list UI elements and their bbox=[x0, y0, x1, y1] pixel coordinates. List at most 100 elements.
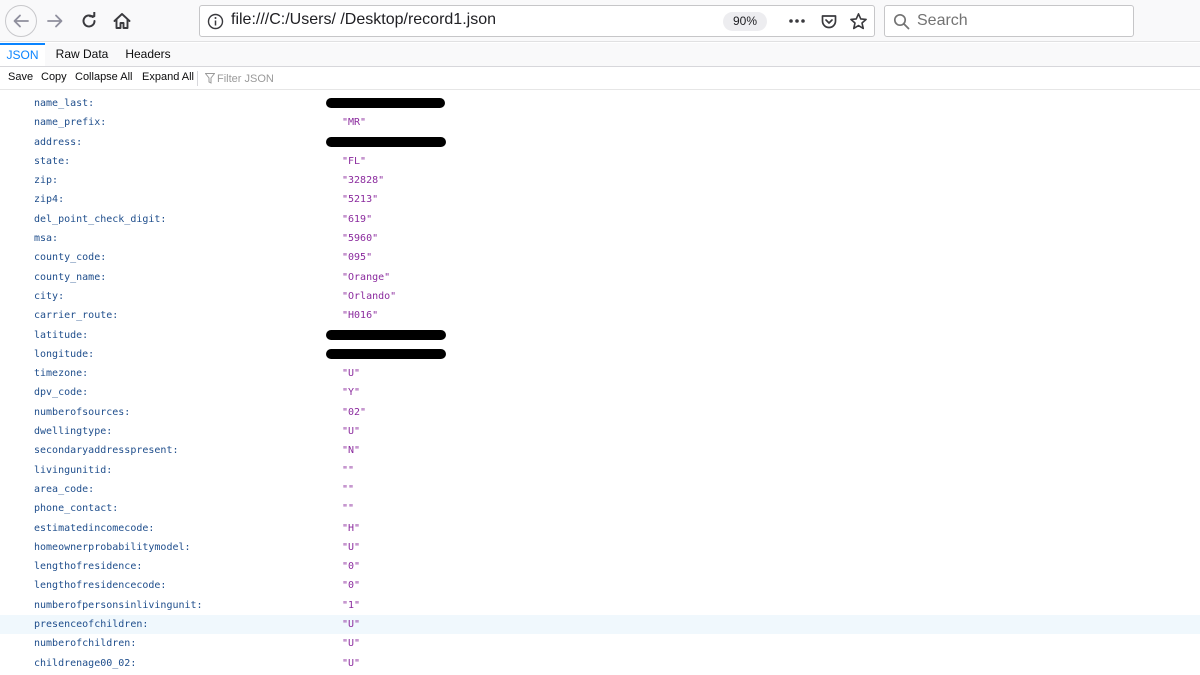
json-key: name_last: bbox=[34, 98, 95, 109]
json-value: "Orange" bbox=[342, 271, 391, 283]
json-row[interactable]: county_name: "Orange" bbox=[0, 268, 1200, 287]
pocket-icon[interactable] bbox=[820, 13, 838, 31]
json-key: timezone: bbox=[34, 368, 89, 380]
json-row[interactable]: carrier_route: "H016" bbox=[0, 306, 1200, 325]
forward-button[interactable] bbox=[39, 5, 71, 37]
search-bar[interactable] bbox=[884, 5, 1134, 37]
json-key: numberofsources: bbox=[34, 406, 131, 418]
redaction-bar bbox=[326, 348, 446, 359]
redaction-bar bbox=[326, 136, 446, 147]
back-button[interactable] bbox=[5, 5, 37, 37]
json-value: "" bbox=[342, 483, 355, 495]
redaction-bar bbox=[326, 329, 446, 340]
toolbar-divider bbox=[197, 71, 198, 86]
filter-json-input[interactable] bbox=[217, 70, 417, 87]
json-row[interactable]: lengthofresidencecode: "0" bbox=[0, 576, 1200, 595]
json-row[interactable]: numberofpersonsinlivingunit: "1" bbox=[0, 596, 1200, 615]
home-button[interactable] bbox=[106, 5, 138, 37]
json-key: state: bbox=[34, 155, 71, 167]
json-key: county_name: bbox=[34, 271, 107, 283]
json-key: del_point_check_digit: bbox=[34, 213, 167, 225]
json-row[interactable]: latitude: bbox=[0, 326, 1200, 345]
json-row[interactable]: homeownerprobabilitymodel: "U" bbox=[0, 538, 1200, 557]
json-key: lengthofresidence: bbox=[34, 561, 143, 573]
copy-button[interactable]: Copy bbox=[41, 71, 67, 83]
json-value: "U" bbox=[342, 638, 361, 650]
json-row[interactable]: dpv_code: "Y" bbox=[0, 383, 1200, 402]
json-key: estimatedincomecode: bbox=[34, 522, 155, 534]
tab-raw-data[interactable]: Raw Data bbox=[53, 43, 111, 66]
json-key: phone_contact: bbox=[34, 503, 119, 515]
json-value: "MR" bbox=[342, 117, 367, 129]
json-row[interactable]: name_prefix: "MR" bbox=[0, 113, 1200, 132]
collapse-all-button[interactable]: Collapse All bbox=[75, 71, 132, 83]
json-value: "0" bbox=[342, 561, 361, 573]
filter-icon bbox=[205, 73, 215, 84]
zoom-level-badge[interactable]: 90% bbox=[723, 12, 767, 31]
json-row[interactable]: dwellingtype: "U" bbox=[0, 422, 1200, 441]
save-button[interactable]: Save bbox=[8, 71, 33, 83]
tab-json[interactable]: JSON bbox=[0, 43, 45, 66]
json-row[interactable]: presenceofchildren: "U" bbox=[0, 615, 1200, 635]
json-value: "N" bbox=[342, 445, 361, 457]
url-bar[interactable]: file:///C:/Users/ /Desktop/record1.json … bbox=[199, 5, 875, 37]
json-key: address: bbox=[34, 136, 83, 148]
json-row[interactable]: address: bbox=[0, 133, 1200, 152]
json-value: "095" bbox=[342, 252, 373, 264]
json-key: zip: bbox=[34, 175, 59, 187]
json-value: "U" bbox=[342, 541, 361, 553]
json-row[interactable]: longitude: bbox=[0, 345, 1200, 364]
json-row[interactable]: childrenage00_02: "U" bbox=[0, 654, 1200, 673]
json-row[interactable]: secondaryaddresspresent: "N" bbox=[0, 441, 1200, 460]
json-row[interactable]: name_last: bbox=[0, 94, 1200, 113]
json-key: county_code: bbox=[34, 252, 107, 264]
json-value: "U" bbox=[342, 368, 361, 380]
json-key: dwellingtype: bbox=[34, 426, 113, 438]
site-info-icon[interactable] bbox=[207, 13, 224, 30]
json-row[interactable]: estimatedincomecode: "H" bbox=[0, 519, 1200, 538]
json-key: homeownerprobabilitymodel: bbox=[34, 541, 191, 553]
tab-headers[interactable]: Headers bbox=[120, 43, 176, 66]
json-key: zip4: bbox=[34, 194, 65, 206]
json-key: presenceofchildren: bbox=[34, 619, 149, 631]
json-row[interactable]: del_point_check_digit: "619" bbox=[0, 210, 1200, 229]
json-value: "1" bbox=[342, 599, 361, 611]
page-actions-menu-icon[interactable] bbox=[788, 15, 806, 27]
expand-all-button[interactable]: Expand All bbox=[142, 71, 194, 83]
json-key: lengthofresidencecode: bbox=[34, 580, 167, 592]
json-row[interactable]: state: "FL" bbox=[0, 152, 1200, 171]
json-row[interactable]: city: "Orlando" bbox=[0, 287, 1200, 306]
json-value: "" bbox=[342, 464, 355, 476]
json-value: "32828" bbox=[342, 175, 385, 187]
json-value: "" bbox=[342, 503, 355, 515]
search-input[interactable] bbox=[917, 10, 1127, 32]
json-key: dpv_code: bbox=[34, 387, 89, 399]
json-row[interactable]: lengthofresidence: "0" bbox=[0, 557, 1200, 576]
back-arrow-icon bbox=[13, 14, 29, 28]
reload-button[interactable] bbox=[73, 5, 105, 37]
reload-icon bbox=[82, 12, 96, 28]
json-row[interactable]: msa: "5960" bbox=[0, 229, 1200, 248]
json-value: "Y" bbox=[342, 387, 361, 399]
json-row[interactable]: area_code: "" bbox=[0, 480, 1200, 499]
json-row[interactable]: timezone: "U" bbox=[0, 364, 1200, 383]
bookmark-star-icon[interactable] bbox=[849, 12, 868, 31]
json-value: "U" bbox=[342, 619, 361, 631]
json-row[interactable]: phone_contact: "" bbox=[0, 499, 1200, 518]
json-row[interactable]: zip: "32828" bbox=[0, 171, 1200, 190]
json-toolbar: Save Copy Collapse All Expand All bbox=[0, 68, 1200, 90]
url-text[interactable]: file:///C:/Users/ /Desktop/record1.json bbox=[231, 11, 496, 29]
forward-arrow-icon bbox=[47, 14, 63, 28]
json-row[interactable]: numberofchildren: "U" bbox=[0, 634, 1200, 653]
json-value: "FL" bbox=[342, 155, 367, 167]
json-key: secondaryaddresspresent: bbox=[34, 445, 179, 457]
json-key: livingunitid: bbox=[34, 464, 113, 476]
json-value: "0" bbox=[342, 580, 361, 592]
json-key: name_prefix: bbox=[34, 117, 107, 129]
json-key: numberofchildren: bbox=[34, 638, 137, 650]
json-row[interactable]: county_code: "095" bbox=[0, 248, 1200, 267]
json-value: "5960" bbox=[342, 233, 379, 245]
json-row[interactable]: numberofsources: "02" bbox=[0, 403, 1200, 422]
json-row[interactable]: livingunitid: "" bbox=[0, 461, 1200, 480]
json-row[interactable]: zip4: "5213" bbox=[0, 190, 1200, 209]
